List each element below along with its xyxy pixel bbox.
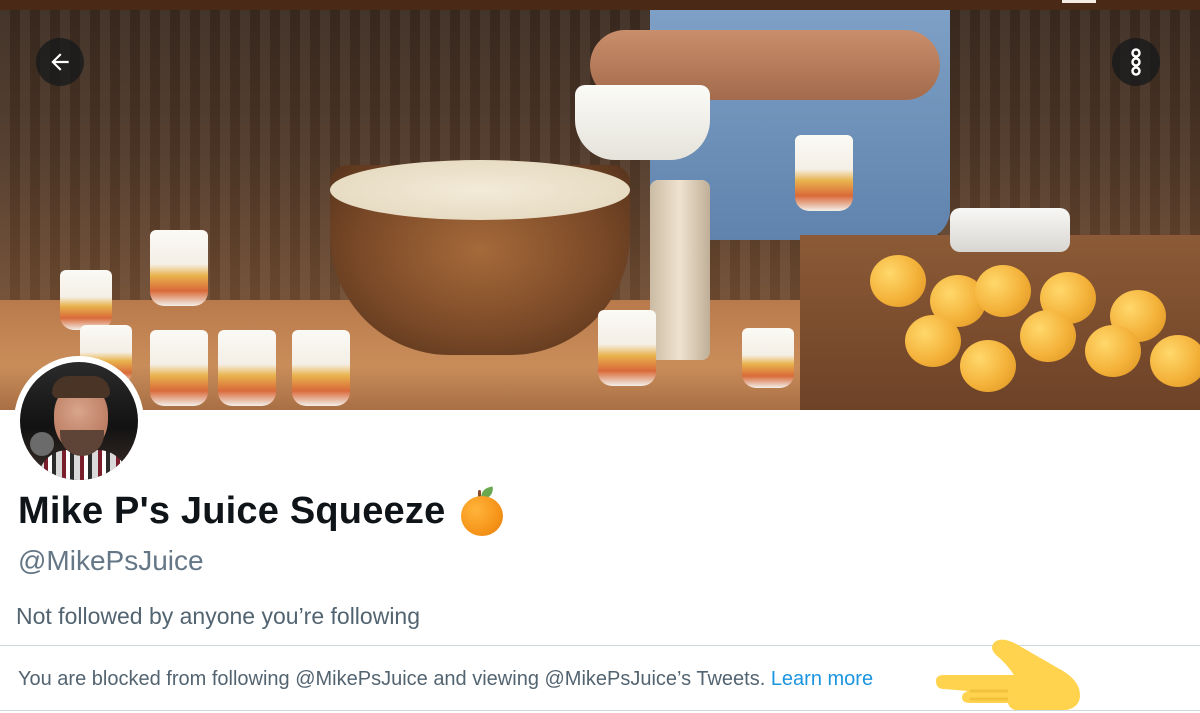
- banner-paper-towel: [950, 208, 1070, 252]
- banner-orange: [1020, 310, 1076, 362]
- blocked-notice: You are blocked from following @MikePsJu…: [18, 668, 873, 691]
- banner-juicer-stand: [650, 180, 710, 360]
- arrow-left-icon: [51, 53, 69, 71]
- banner-juicer: [575, 85, 710, 160]
- banner-orange: [1085, 325, 1141, 377]
- back-button[interactable]: [36, 38, 84, 86]
- followed-by-text: Not followed by anyone you’re following: [16, 603, 421, 629]
- status-indicator: [1062, 0, 1096, 3]
- orange-emoji-icon: [459, 486, 505, 536]
- avatar-hair: [52, 376, 110, 398]
- banner-orange: [905, 315, 961, 367]
- status-bar: [0, 0, 1200, 10]
- divider: [0, 710, 1200, 711]
- vertical-dots-icon: [1131, 48, 1141, 76]
- banner-orange: [1150, 335, 1200, 387]
- banner-cup: [60, 270, 112, 330]
- profile-handle: @MikePsJuice: [18, 545, 204, 576]
- orange-fruit: [461, 496, 504, 536]
- microphone-icon: [30, 432, 54, 456]
- learn-more-link[interactable]: Learn more: [771, 668, 873, 690]
- banner-cup: [150, 330, 208, 406]
- banner-cup: [292, 330, 350, 406]
- banner-bowl-rim: [330, 160, 630, 220]
- banner-cup: [742, 328, 794, 388]
- pointing-hand-icon: [936, 639, 1080, 711]
- profile-banner[interactable]: [0, 10, 1200, 410]
- blocked-notice-text: You are blocked from following @MikePsJu…: [18, 668, 766, 690]
- display-name: Mike P's Juice Squeeze: [18, 489, 446, 532]
- banner-orange: [960, 340, 1016, 392]
- banner-cup: [218, 330, 276, 406]
- more-options-button[interactable]: [1112, 38, 1160, 86]
- banner-orange: [975, 265, 1031, 317]
- banner-cup: [150, 230, 208, 306]
- avatar-photo: [20, 362, 138, 480]
- banner-cup: [795, 135, 853, 211]
- banner-cup: [598, 310, 656, 386]
- profile-avatar[interactable]: [14, 356, 144, 486]
- profile-name-row: Mike P's Juice Squeeze: [18, 486, 505, 536]
- banner-orange: [870, 255, 926, 307]
